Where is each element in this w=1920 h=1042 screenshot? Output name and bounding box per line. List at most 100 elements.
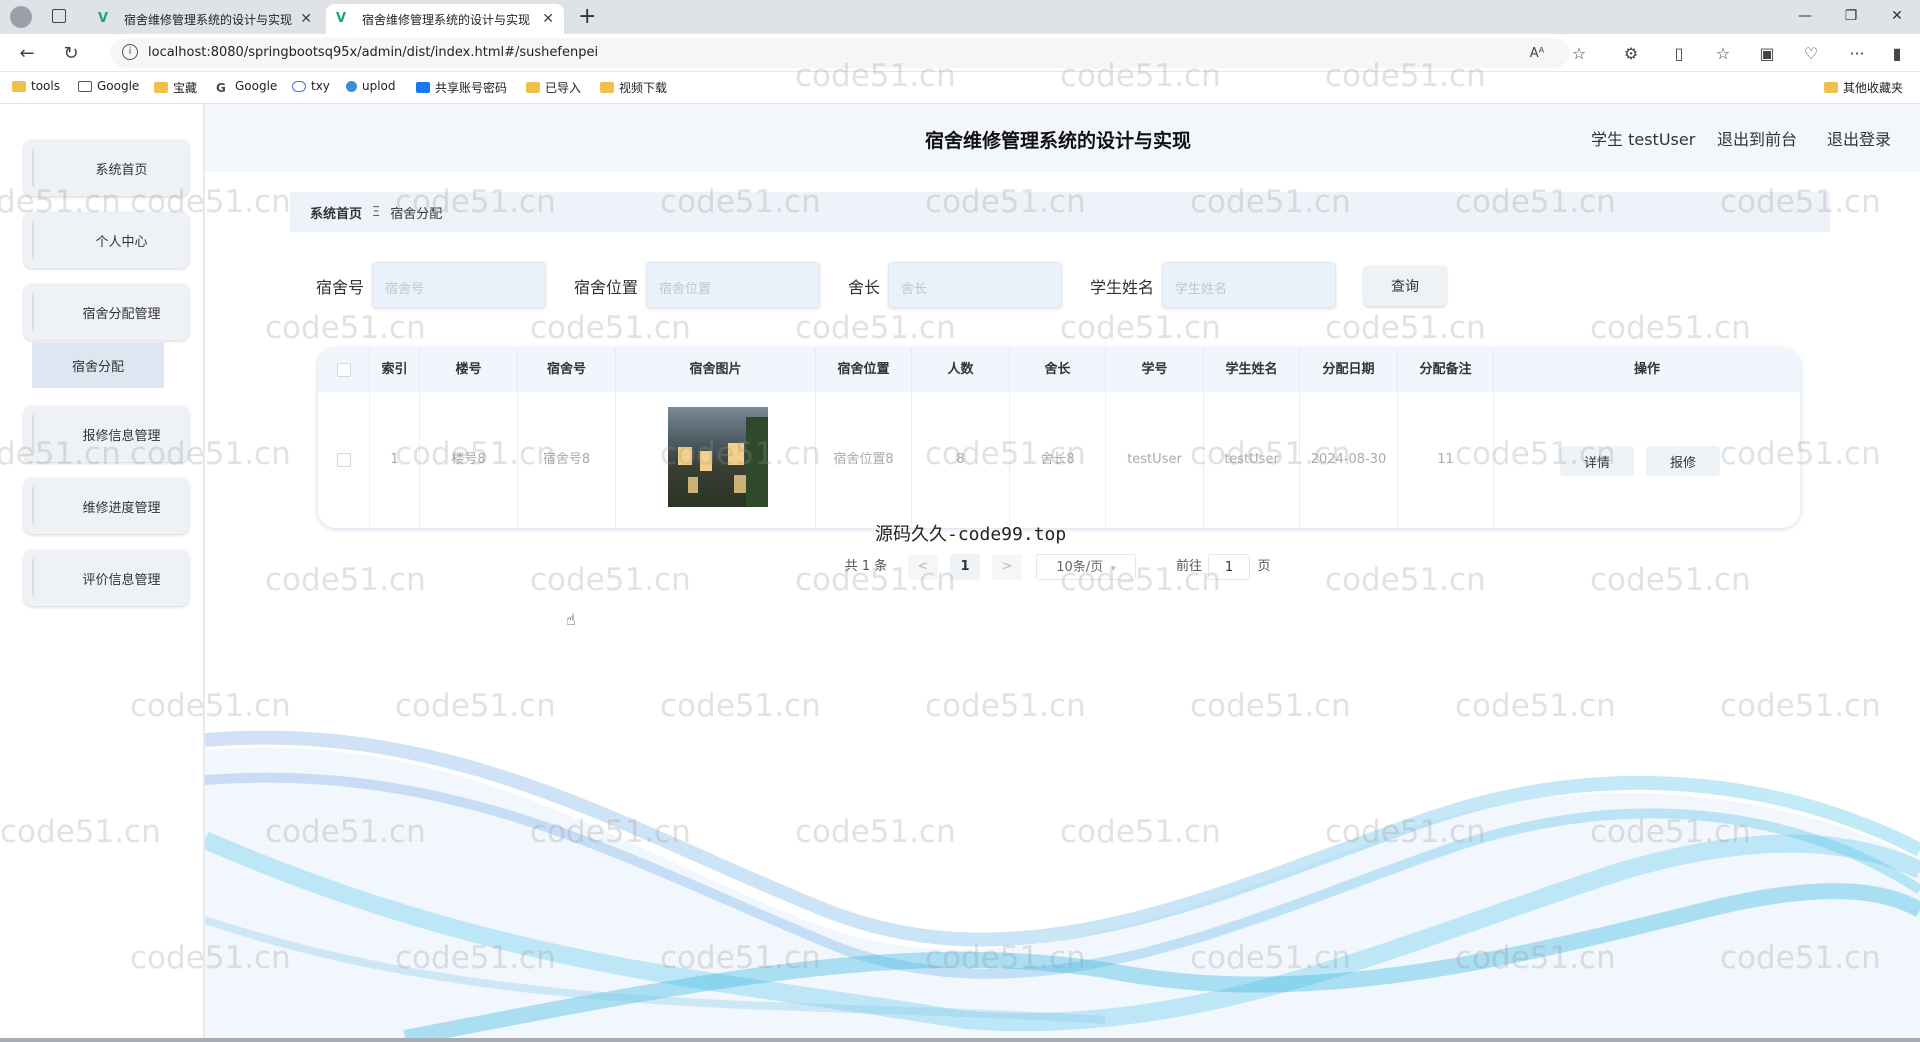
prev-page-button[interactable]: < [908,554,938,580]
repair-button[interactable]: 报修 [1646,446,1720,476]
bookmark-tools[interactable]: tools [12,79,60,93]
page-icon [78,80,92,92]
bookmark-google[interactable]: Google [78,79,139,93]
col-leader: 舍长 [1010,348,1106,392]
bookmark-imported[interactable]: 已导入 [526,79,581,96]
bookmark-videos[interactable]: 视频下载 [600,79,667,96]
close-tab-icon[interactable]: ✕ [542,11,554,27]
dorm-image[interactable] [668,407,768,507]
col-building: 楼号 [420,348,518,392]
other-bookmarks[interactable]: 其他收藏夹 [1824,79,1903,96]
breadcrumb-separator: Ξ [372,204,381,220]
logout-link[interactable]: 退出登录 [1827,126,1891,150]
mouse-pointer-icon: ☝ [566,610,576,629]
more-menu-icon[interactable]: ··· [1846,43,1868,65]
back-icon[interactable]: ← [16,43,38,65]
favorite-star-icon[interactable]: ☆ [1568,43,1590,65]
bookmark-txy[interactable]: txy [292,79,330,93]
bookmark-uplod[interactable]: uplod [346,79,396,93]
extensions-icon[interactable]: ⚙ [1620,43,1642,65]
overlay-watermark-text: 源码久久-code99.top [875,524,1067,545]
bookmark-shared-accounts[interactable]: 共享账号密码 [416,79,507,96]
decorative-waves [205,730,1920,1038]
current-page[interactable]: 1 [950,554,980,580]
browser-essentials-icon[interactable]: ♡ [1800,43,1822,65]
goto-label: 前往 [1175,559,1202,574]
back-to-front-link[interactable]: 退出到前台 [1717,126,1797,150]
header-select-all[interactable] [318,348,370,392]
url-box[interactable]: i localhost:8080/springbootsq95x/admin/d… [110,38,1570,68]
url-text: localhost:8080/springbootsq95x/admin/dis… [148,45,599,60]
site-info-icon[interactable]: i [122,44,138,60]
folder-icon [600,82,614,93]
breadcrumb-home[interactable]: 系统首页 [310,203,362,222]
search-label-room: 宿舍号 [316,278,365,297]
cell-date: 2024-08-30 [1300,392,1398,528]
page-size-select[interactable]: 10条/页 ▾ [1036,554,1136,580]
restore-icon[interactable]: ❐ [1836,6,1866,26]
cell-student-name: testUser [1204,392,1300,528]
reload-icon[interactable]: ↻ [60,43,82,65]
row-checkbox[interactable] [336,452,351,467]
collections-icon[interactable]: ▣ [1756,43,1778,65]
read-aloud-icon[interactable]: Aᴬ [1526,43,1548,65]
select-all-checkbox[interactable] [336,362,351,377]
pagination-total: 共 1 条 [844,559,888,574]
sidebar-item-dorm-allocation[interactable]: 宿舍分配管理 [24,284,189,340]
tab-actions-icon[interactable] [52,9,66,23]
close-tab-icon[interactable]: ✕ [300,11,312,27]
folder-icon [1824,82,1838,93]
browser-tab-2-active[interactable]: V 宿舍维修管理系统的设计与实现 ✕ [326,4,564,34]
favorites-icon[interactable]: ☆ [1712,43,1734,65]
bookmark-google-2[interactable]: G Google [216,79,277,95]
sidebar-toggle-icon[interactable]: ▮ [1886,43,1908,65]
top-header: 宿舍维修管理系统的设计与实现 学生 testUser 退出到前台 退出登录 [205,104,1920,172]
next-page-button[interactable]: > [992,554,1022,580]
chevron-down-icon: ▾ [1111,564,1116,574]
search-input-room[interactable]: 宿舍号 [372,262,546,308]
sidebar-subitem-dorm-allocation[interactable]: 宿舍分配 [32,342,164,388]
search-input-location[interactable]: 宿舍位置 [646,262,820,308]
tab-title: 宿舍维修管理系统的设计与实现 [362,12,531,27]
page-suffix: 页 [1257,559,1271,574]
sidebar-item-repair-info[interactable]: 报修信息管理 [24,406,189,462]
query-button[interactable]: 查询 [1364,266,1446,306]
col-note: 分配备注 [1398,348,1494,392]
cell-index: 1 [370,392,420,528]
breadcrumb-current: 宿舍分配 [390,206,443,222]
tab-title: 宿舍维修管理系统的设计与实现 [124,12,293,27]
folder-icon [526,82,540,93]
col-date: 分配日期 [1300,348,1398,392]
search-input-leader[interactable]: 舍长 [888,262,1062,308]
sidebar-item-profile[interactable]: 个人中心 [24,212,189,268]
search-input-student-name[interactable]: 学生姓名 [1162,262,1336,308]
sidebar-item-home[interactable]: 系统首页 [24,140,189,196]
goto-input[interactable]: 1 [1208,554,1250,580]
new-tab-icon[interactable]: + [578,4,596,29]
bookmark-treasure[interactable]: 宝藏 [154,79,197,96]
col-index: 索引 [370,348,420,392]
site-favicon-icon: V [336,11,347,26]
allocation-table: 索引 楼号 宿舍号 宿舍图片 宿舍位置 人数 舍长 学号 学生姓名 分配日期 分… [318,348,1800,528]
detail-button[interactable]: 详情 [1560,446,1634,476]
sidebar: 系统首页 个人中心 宿舍分配管理 报修信息管理 维修进度管理 评价信息管理 [0,104,205,1038]
cell-count: 8 [912,392,1010,528]
col-room: 宿舍号 [518,348,616,392]
folder-icon [12,80,26,92]
cell-leader: 舍长8 [1010,392,1106,528]
cloud-icon [292,80,306,92]
site-favicon-icon: V [98,11,109,26]
split-screen-icon[interactable]: ▯ [1668,43,1690,65]
minimize-icon[interactable]: — [1790,6,1820,26]
row-select[interactable] [318,392,370,528]
facebook-icon [416,82,430,93]
search-label-location: 宿舍位置 [574,278,639,297]
page-size-value: 10条/页 [1056,560,1104,575]
browser-tab-1[interactable]: V 宿舍维修管理系统的设计与实现 ✕ [88,4,322,34]
sidebar-item-evaluation[interactable]: 评价信息管理 [24,550,189,606]
col-image: 宿舍图片 [616,348,816,392]
sidebar-item-repair-progress[interactable]: 维修进度管理 [24,478,189,534]
col-location: 宿舍位置 [816,348,912,392]
close-window-icon[interactable]: ✕ [1882,6,1912,26]
profile-icon[interactable] [10,6,32,28]
